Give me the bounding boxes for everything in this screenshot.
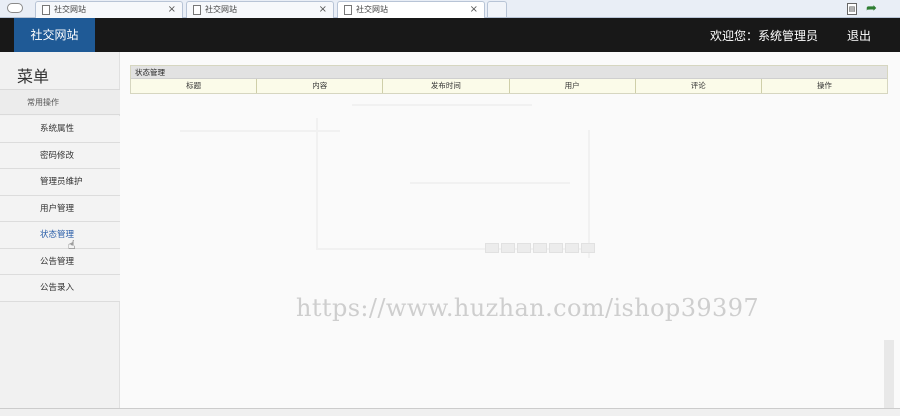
browser-tab-2[interactable]: 社交网站 × [186, 1, 334, 18]
sidebar-item-change-password[interactable]: 密码修改 [0, 142, 120, 169]
pager-button[interactable] [501, 243, 515, 253]
panel-title: 状态管理 [131, 66, 887, 79]
column-header-user: 用户 [510, 79, 636, 93]
sidebar-item-notice-entry[interactable]: 公告录入 [0, 275, 120, 302]
table-header-row: 标题 内容 发布时间 用户 评论 操作 [131, 79, 887, 93]
pager-button[interactable] [549, 243, 563, 253]
back-arrow-icon[interactable]: ➦ [866, 1, 877, 16]
tab-label: 社交网站 [205, 5, 237, 14]
sidebar-item-system-properties[interactable]: 系统属性 [0, 116, 120, 143]
scrollbar[interactable] [884, 340, 894, 408]
sidebar-item-notice-management[interactable]: 公告管理 [0, 248, 120, 275]
watermark: https://www.huzhan.com/ishop39397 [296, 294, 760, 322]
pager-button[interactable] [581, 243, 595, 253]
hand-cursor-icon: ☝ [68, 238, 76, 252]
pagination [485, 243, 595, 253]
menu-list: 系统属性 密码修改 管理员维护 用户管理 状态管理 公告管理 公告录入 [0, 116, 120, 302]
sidebar-item-admin-maintenance[interactable]: 管理员维护 [0, 169, 120, 196]
column-header-comment: 评论 [636, 79, 762, 93]
pager-button[interactable] [565, 243, 579, 253]
page-icon[interactable]: ▤ [847, 3, 857, 15]
pager-button[interactable] [517, 243, 531, 253]
welcome-text: 欢迎您：系统管理员 [710, 29, 819, 43]
logout-link[interactable]: 退出 [847, 18, 871, 52]
main-content: 状态管理 标题 内容 发布时间 用户 评论 操作 [120, 52, 900, 408]
browser-tab-3[interactable]: 社交网站 × [337, 1, 485, 18]
sidebar: 菜单 常用操作 系统属性 密码修改 管理员维护 用户管理 状态管理 公告管理 公… [0, 52, 120, 408]
menu-section-header[interactable]: 常用操作 [0, 89, 120, 115]
menu-title: 菜单 [17, 67, 50, 86]
column-header-publish-time: 发布时间 [383, 79, 510, 93]
document-icon [193, 5, 201, 15]
site-title[interactable]: 社交网站 [14, 18, 95, 52]
document-icon [344, 5, 352, 15]
faint-line [352, 104, 532, 106]
browser-tab-bar: 社交网站 × 社交网站 × 社交网站 × ▤ ➦ [0, 0, 900, 18]
pager-button[interactable] [485, 243, 499, 253]
close-icon[interactable]: × [470, 2, 478, 17]
site-header: 社交网站 欢迎您：系统管理员 退出 [0, 18, 900, 52]
close-icon[interactable]: × [168, 2, 176, 17]
new-tab-button[interactable] [487, 1, 507, 17]
pager-button[interactable] [533, 243, 547, 253]
cloud-icon[interactable] [7, 3, 23, 13]
tab-label: 社交网站 [356, 5, 388, 14]
browser-status-bar [0, 408, 900, 416]
sidebar-item-user-management[interactable]: 用户管理 [0, 195, 120, 222]
sidebar-item-status-management[interactable]: 状态管理 [0, 222, 120, 249]
close-icon[interactable]: × [319, 2, 327, 17]
column-header-content: 内容 [257, 79, 384, 93]
column-header-action: 操作 [816, 81, 832, 90]
faint-line [316, 118, 318, 250]
document-icon [42, 5, 50, 15]
faint-line [588, 130, 590, 258]
tab-label: 社交网站 [54, 5, 86, 14]
faint-line [410, 182, 570, 184]
browser-tab-1[interactable]: 社交网站 × [35, 1, 183, 18]
status-table-panel: 状态管理 标题 内容 发布时间 用户 评论 操作 [130, 65, 888, 94]
column-header-title: 标题 [131, 79, 258, 93]
